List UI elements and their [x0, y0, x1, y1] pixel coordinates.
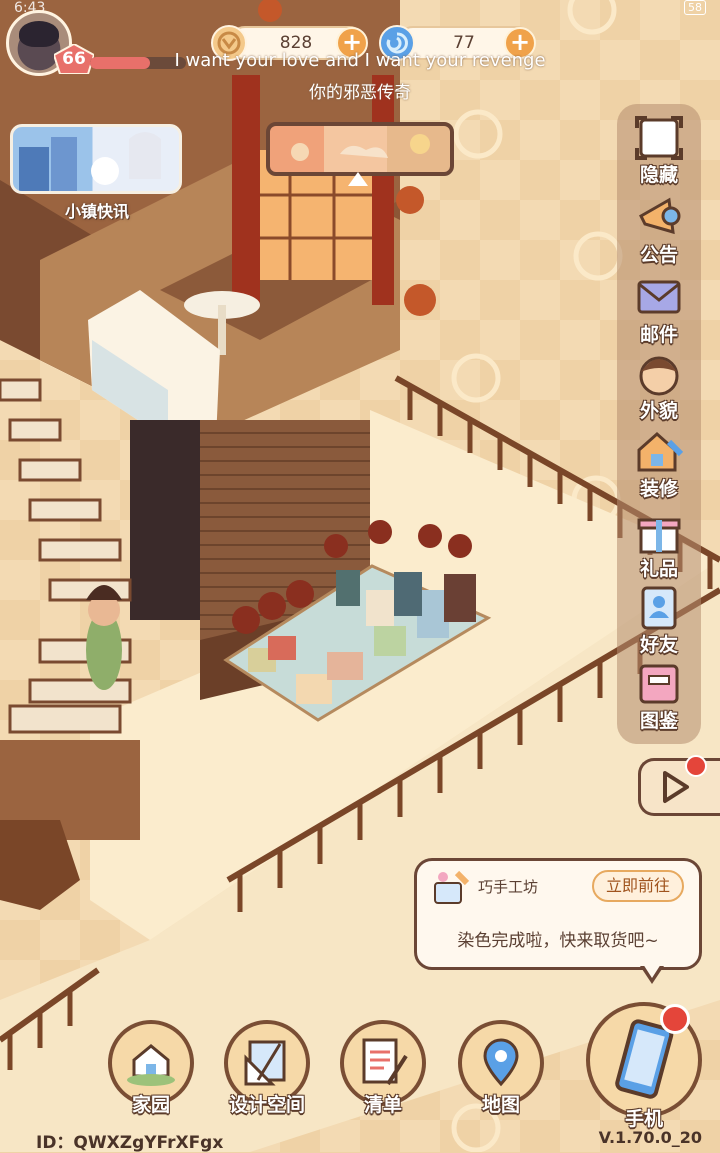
town-news-label: 小镇快讯 — [64, 202, 129, 221]
notification-title: 巧手工坊 — [478, 878, 539, 896]
notification-message: 染色完成啦，快来取货吧~ — [457, 931, 659, 951]
weather-pointer-icon — [348, 172, 368, 186]
battery-indicator: 58 — [684, 0, 706, 15]
mail-envelope-icon — [637, 280, 681, 314]
nav-map-button[interactable]: 地图 — [458, 1020, 544, 1116]
nav-design-button[interactable]: 设计空间 — [224, 1020, 310, 1116]
workshop-tools-icon — [434, 870, 470, 904]
menu-hide-button[interactable]: 隐藏 — [617, 110, 701, 188]
go-now-button[interactable]: 立即前往 — [592, 870, 684, 902]
lyric-subtitle-english: I want your love and I want your revenge — [174, 50, 546, 71]
notification-dot — [685, 755, 707, 777]
nav-design-label: 设计空间 — [228, 1094, 305, 1116]
menu-announcement-label: 公告 — [639, 244, 678, 266]
version-label: V.1.70.0_20 — [598, 1128, 702, 1147]
menu-hide-label: 隐藏 — [639, 164, 678, 186]
phone-label: 手机 — [624, 1108, 663, 1130]
menu-friends-button[interactable]: 好友 — [617, 580, 701, 658]
sun-cloud-icon — [291, 134, 430, 161]
hide-frame-icon — [635, 116, 683, 160]
nav-map-label: 地图 — [481, 1094, 520, 1116]
nav-list-button[interactable]: 清单 — [340, 1020, 426, 1116]
phone-button[interactable]: 手机 — [586, 1002, 702, 1130]
megaphone-icon — [639, 197, 681, 235]
town-news-card[interactable] — [10, 124, 182, 194]
player-id: ID：QWXZgYFrXFgx — [36, 1133, 224, 1153]
menu-decorate-button[interactable]: 装修 — [617, 424, 701, 502]
character-face-icon — [639, 356, 679, 396]
menu-collection-button[interactable]: 图鉴 — [617, 656, 701, 734]
nav-list-label: 清单 — [363, 1094, 402, 1116]
friends-contact-icon — [641, 586, 677, 630]
house-wrench-icon — [637, 431, 684, 472]
menu-appearance-button[interactable]: 外貌 — [617, 346, 701, 424]
menu-mail-label: 邮件 — [639, 324, 678, 346]
weather-indicator[interactable] — [266, 122, 454, 176]
expand-play-button[interactable] — [638, 755, 720, 816]
menu-gift-button[interactable]: 礼品 — [617, 504, 701, 582]
nav-home-button[interactable]: 家园 — [108, 1020, 194, 1116]
lyric-subtitle-chinese: 你的邪恶传奇 — [309, 83, 411, 103]
menu-appearance-label: 外貌 — [639, 400, 678, 422]
menu-friends-label: 好友 — [639, 634, 678, 656]
menu-collection-label: 图鉴 — [639, 710, 678, 732]
menu-decorate-label: 装修 — [639, 478, 678, 500]
menu-gift-label: 礼品 — [639, 558, 678, 580]
menu-mail-button[interactable]: 邮件 — [617, 270, 701, 348]
news-illustration — [19, 132, 161, 191]
menu-announcement-button[interactable]: 公告 — [617, 190, 701, 268]
phone-notification-dot — [660, 1004, 690, 1034]
collection-book-icon — [639, 664, 679, 704]
nav-home-label: 家园 — [131, 1094, 170, 1116]
avatar-cat-icon — [19, 21, 59, 47]
gift-box-icon — [637, 518, 681, 554]
